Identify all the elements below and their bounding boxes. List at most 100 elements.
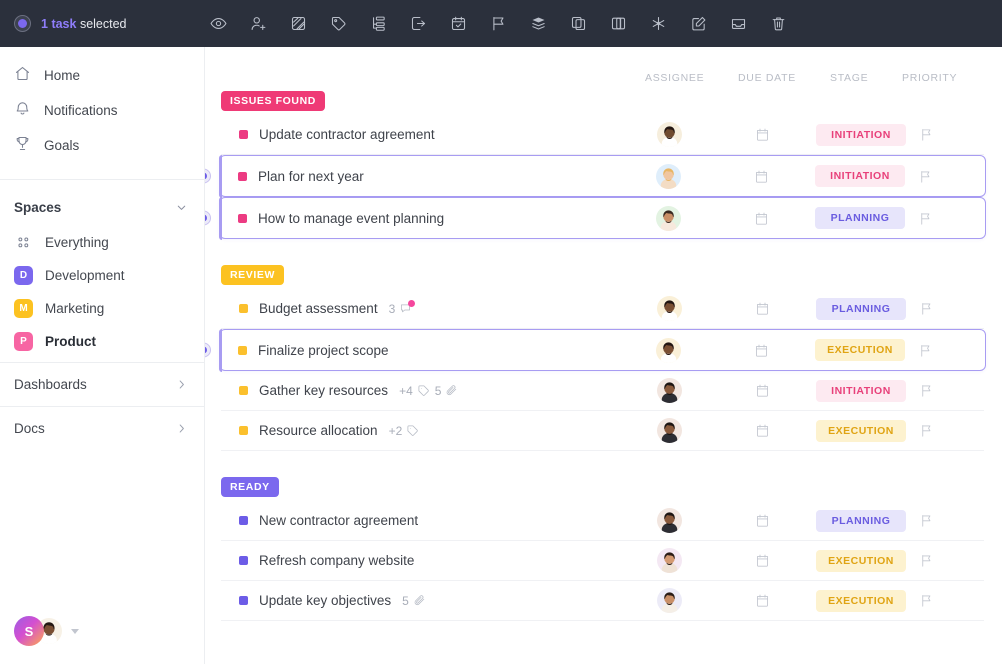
cell-priority[interactable] — [902, 330, 948, 370]
table-row[interactable]: Gather key resources +4 5 INITIATION — [221, 371, 984, 411]
task-meta-attachment[interactable]: 5 — [435, 384, 459, 398]
status-badge[interactable]: EXECUTION — [816, 590, 906, 612]
table-row[interactable]: Budget assessment 3 PLANNING — [221, 289, 984, 329]
merge-asterisk-icon[interactable] — [638, 4, 678, 44]
table-row[interactable]: Finalize project scopeEXECUTION — [219, 329, 986, 371]
status-badge[interactable]: PLANNING — [816, 298, 906, 320]
task-name[interactable]: Finalize project scope — [258, 343, 389, 358]
cell-priority[interactable] — [903, 501, 949, 540]
task-meta-tag[interactable]: +2 — [389, 424, 420, 438]
section-status-tag[interactable]: READY — [221, 477, 279, 497]
task-name[interactable]: New contractor agreement — [259, 513, 418, 528]
row-select-radio[interactable] — [205, 343, 211, 358]
cell-due-date[interactable] — [739, 411, 785, 450]
cell-due-date[interactable] — [739, 115, 785, 154]
move-out-icon[interactable] — [398, 4, 438, 44]
cell-due-date[interactable] — [739, 581, 785, 620]
sidebar-item-home[interactable]: Home — [0, 58, 204, 93]
cell-priority[interactable] — [903, 115, 949, 154]
row-select-radio[interactable] — [205, 169, 211, 184]
cell-stage[interactable]: INITIATION — [806, 115, 916, 154]
cell-assignee[interactable] — [646, 541, 692, 580]
cell-stage[interactable]: PLANNING — [806, 501, 916, 540]
cell-due-date[interactable] — [738, 198, 784, 238]
status-badge[interactable]: INITIATION — [816, 380, 906, 402]
cell-stage[interactable]: EXECUTION — [806, 581, 916, 620]
cell-priority[interactable] — [903, 541, 949, 580]
table-row[interactable]: Plan for next year INITIATION — [219, 155, 986, 197]
cell-priority[interactable] — [903, 411, 949, 450]
selection-radio-icon[interactable] — [14, 15, 31, 32]
sidebar-item-development[interactable]: D Development — [0, 259, 204, 292]
sidebar-item-dashboards[interactable]: Dashboards — [0, 362, 204, 406]
user-avatar-stack[interactable]: S — [14, 616, 79, 646]
cell-assignee[interactable] — [646, 289, 692, 328]
cell-stage[interactable]: INITIATION — [806, 371, 916, 410]
row-select-radio[interactable] — [205, 211, 211, 226]
status-badge[interactable]: PLANNING — [816, 510, 906, 532]
sidebar-item-docs[interactable]: Docs — [0, 406, 204, 450]
cell-assignee[interactable] — [646, 115, 692, 154]
task-name[interactable]: Refresh company website — [259, 553, 414, 568]
chevron-down-icon[interactable] — [71, 629, 79, 634]
cell-due-date[interactable] — [739, 371, 785, 410]
status-badge[interactable]: INITIATION — [816, 124, 906, 146]
task-name[interactable]: Gather key resources — [259, 383, 388, 398]
cell-priority[interactable] — [902, 156, 948, 196]
sidebar-item-marketing[interactable]: M Marketing — [0, 292, 204, 325]
subtask-hierarchy-icon[interactable] — [358, 4, 398, 44]
sidebar-item-goals[interactable]: Goals — [0, 128, 204, 163]
cell-stage[interactable]: EXECUTION — [806, 541, 916, 580]
cell-due-date[interactable] — [738, 156, 784, 196]
cell-priority[interactable] — [903, 371, 949, 410]
cell-stage[interactable]: PLANNING — [806, 289, 916, 328]
eye-icon[interactable] — [198, 4, 238, 44]
cell-assignee[interactable] — [646, 581, 692, 620]
edit-square-icon[interactable] — [678, 4, 718, 44]
cell-priority[interactable] — [902, 198, 948, 238]
status-badge[interactable]: EXECUTION — [816, 420, 906, 442]
task-name[interactable]: How to manage event planning — [258, 211, 444, 226]
cell-priority[interactable] — [903, 289, 949, 328]
task-name[interactable]: Plan for next year — [258, 169, 364, 184]
table-row[interactable]: How to manage event planning PLANNING — [219, 197, 986, 239]
template-copy-icon[interactable] — [598, 4, 638, 44]
task-name[interactable]: Update contractor agreement — [259, 127, 435, 142]
calendar-check-icon[interactable] — [438, 4, 478, 44]
cell-assignee[interactable] — [646, 411, 692, 450]
cell-due-date[interactable] — [739, 541, 785, 580]
status-badge[interactable]: INITIATION — [815, 165, 905, 187]
cell-assignee[interactable] — [645, 330, 691, 370]
status-badge[interactable]: PLANNING — [815, 207, 905, 229]
task-name[interactable]: Resource allocation — [259, 423, 378, 438]
sidebar-item-product[interactable]: P Product — [0, 325, 204, 358]
cell-stage[interactable]: EXECUTION — [806, 411, 916, 450]
copy-icon[interactable] — [558, 4, 598, 44]
color-swatch-icon[interactable] — [278, 4, 318, 44]
trash-icon[interactable] — [758, 4, 798, 44]
archive-inbox-icon[interactable] — [718, 4, 758, 44]
cell-assignee[interactable] — [646, 371, 692, 410]
task-meta-attachment[interactable]: 5 — [402, 594, 426, 608]
section-status-tag[interactable]: ISSUES FOUND — [221, 91, 325, 111]
layers-stack-icon[interactable] — [518, 4, 558, 44]
cell-priority[interactable] — [903, 581, 949, 620]
tag-icon[interactable] — [318, 4, 358, 44]
status-badge[interactable]: EXECUTION — [816, 550, 906, 572]
flag-icon[interactable] — [478, 4, 518, 44]
task-meta-tag[interactable]: +4 — [399, 384, 430, 398]
task-name[interactable]: Update key objectives — [259, 593, 391, 608]
task-meta-comment[interactable]: 3 — [389, 302, 413, 316]
task-name[interactable]: Budget assessment — [259, 301, 378, 316]
task-list-scroll[interactable]: ASSIGNEE DUE DATE STAGE PRIORITY ISSUES … — [205, 47, 1002, 664]
cell-due-date[interactable] — [738, 330, 784, 370]
table-row[interactable]: Update contractor agreement INITIATION — [221, 115, 984, 155]
table-row[interactable]: Update key objectives 5 EXECUTION — [221, 581, 984, 621]
sidebar-item-everything[interactable]: Everything — [0, 226, 204, 259]
table-row[interactable]: Resource allocation +2 EXECUTION — [221, 411, 984, 451]
cell-stage[interactable]: PLANNING — [805, 198, 915, 238]
cell-assignee[interactable] — [646, 501, 692, 540]
cell-due-date[interactable] — [739, 501, 785, 540]
cell-assignee[interactable] — [645, 198, 691, 238]
table-row[interactable]: Refresh company website EXECUTION — [221, 541, 984, 581]
